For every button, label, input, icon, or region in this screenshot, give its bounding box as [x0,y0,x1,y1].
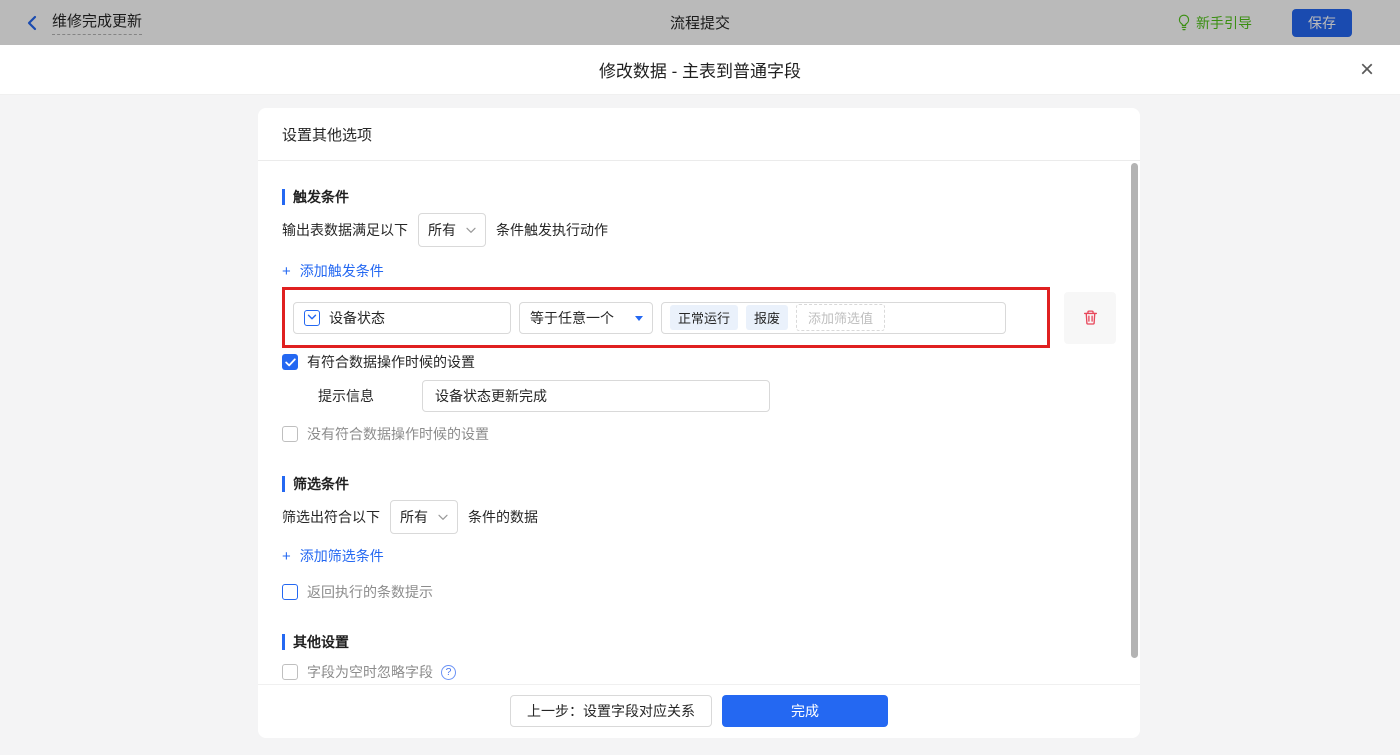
save-button[interactable]: 保存 [1292,8,1352,37]
matched-setting-row: 有符合数据操作时候的设置 [282,352,1116,372]
caret-down-icon [635,315,643,321]
return-count-label: 返回执行的条数提示 [307,584,433,600]
matched-setting-label: 有符合数据操作时候的设置 [307,354,475,370]
condition-values-box[interactable]: 正常运行 报废 添加筛选值 [661,301,1006,334]
trigger-condition-row: 设备状态 等于任意一个 正常运行 报废 添加筛选值 [282,287,1116,348]
chevron-down-icon [438,514,448,520]
beginner-guide-link[interactable]: 新手引导 [1177,13,1252,33]
checkbox-matched-checked[interactable] [282,354,298,370]
tip-message-row: 提示信息 [282,380,1116,412]
trigger-match-row: 输出表数据满足以下 所有 条件触发执行动作 [282,213,1116,247]
tip-message-label: 提示信息 [318,388,374,404]
condition-operator-value: 等于任意一个 [530,309,614,326]
trigger-match-value: 所有 [428,222,456,238]
section-title-filter: 筛选条件 [282,476,1116,492]
return-count-row: 返回执行的条数提示 [282,582,1116,602]
delete-condition-button[interactable] [1064,291,1116,344]
panel-content: 触发条件 输出表数据满足以下 所有 条件触发执行动作 + 添加触发条件 设备状态… [258,161,1140,684]
select-field-type-icon [304,309,320,326]
panel-footer: 上一步：设置字段对应关系 完成 [258,684,1140,737]
ignore-empty-label: 字段为空时忽略字段 [307,664,433,680]
plus-icon: + [282,262,291,280]
guide-label: 新手引导 [1196,14,1252,31]
condition-operator-select[interactable]: 等于任意一个 [519,301,653,334]
add-filter-condition-link[interactable]: + 添加筛选条件 [282,546,384,566]
dialog-body: 设置其他选项 触发条件 输出表数据满足以下 所有 条件触发执行动作 + 添加触发… [0,95,1400,755]
lightbulb-icon [1178,14,1190,31]
trash-icon [1083,310,1097,325]
check-icon [284,357,296,366]
trigger-match-select[interactable]: 所有 [418,213,486,247]
app-topbar: 维修完成更新 流程提交 新手引导 保存 [0,0,1400,45]
highlighted-condition-box: 设备状态 等于任意一个 正常运行 报废 添加筛选值 [282,287,1051,348]
checkbox-ignore-empty[interactable] [282,664,298,680]
page-title: 流程提交 [669,15,731,32]
close-icon[interactable]: × [1360,57,1374,82]
checkbox-return-count[interactable] [282,584,298,600]
previous-step-button[interactable]: 上一步：设置字段对应关系 [510,695,712,727]
options-panel: 设置其他选项 触发条件 输出表数据满足以下 所有 条件触发执行动作 + 添加触发… [258,108,1140,738]
add-filter-value-button[interactable]: 添加筛选值 [796,304,886,331]
unmatched-setting-label: 没有符合数据操作时候的设置 [307,426,489,442]
panel-title: 设置其他选项 [258,108,1140,161]
section-title-trigger: 触发条件 [282,189,1116,205]
value-tag: 报废 [746,305,789,330]
flow-name[interactable]: 维修完成更新 [52,10,143,35]
dialog-title: 修改数据 - 主表到普通字段 [598,62,802,81]
condition-field-select[interactable]: 设备状态 [293,301,511,334]
ignore-empty-row: 字段为空时忽略字段 ? [282,662,1116,682]
filter-match-value: 所有 [400,509,428,525]
trigger-sentence-suffix: 条件触发执行动作 [496,222,608,238]
dialog-header: 修改数据 - 主表到普通字段 × [0,45,1400,95]
add-filter-condition-label: 添加筛选条件 [299,548,384,564]
filter-sentence-prefix: 筛选出符合以下 [282,509,380,525]
help-icon[interactable]: ? [441,664,456,680]
filter-sentence-suffix: 条件的数据 [468,509,538,525]
add-trigger-condition-link[interactable]: + 添加触发条件 [282,261,384,281]
chevron-down-icon [466,227,476,233]
unmatched-setting-row: 没有符合数据操作时候的设置 [282,424,1116,444]
filter-match-select[interactable]: 所有 [390,500,458,534]
filter-match-row: 筛选出符合以下 所有 条件的数据 [282,500,1116,534]
done-button[interactable]: 完成 [722,695,888,727]
checkbox-unmatched[interactable] [282,426,298,442]
section-title-other: 其他设置 [282,634,1116,650]
scrollbar-thumb[interactable] [1131,163,1138,658]
condition-field-value: 设备状态 [329,309,385,326]
add-trigger-condition-label: 添加触发条件 [299,263,384,279]
tip-message-input[interactable] [422,380,770,412]
back-icon[interactable] [24,14,40,32]
plus-icon: + [282,547,291,565]
value-tag: 正常运行 [670,305,739,330]
trigger-sentence-prefix: 输出表数据满足以下 [282,222,408,238]
